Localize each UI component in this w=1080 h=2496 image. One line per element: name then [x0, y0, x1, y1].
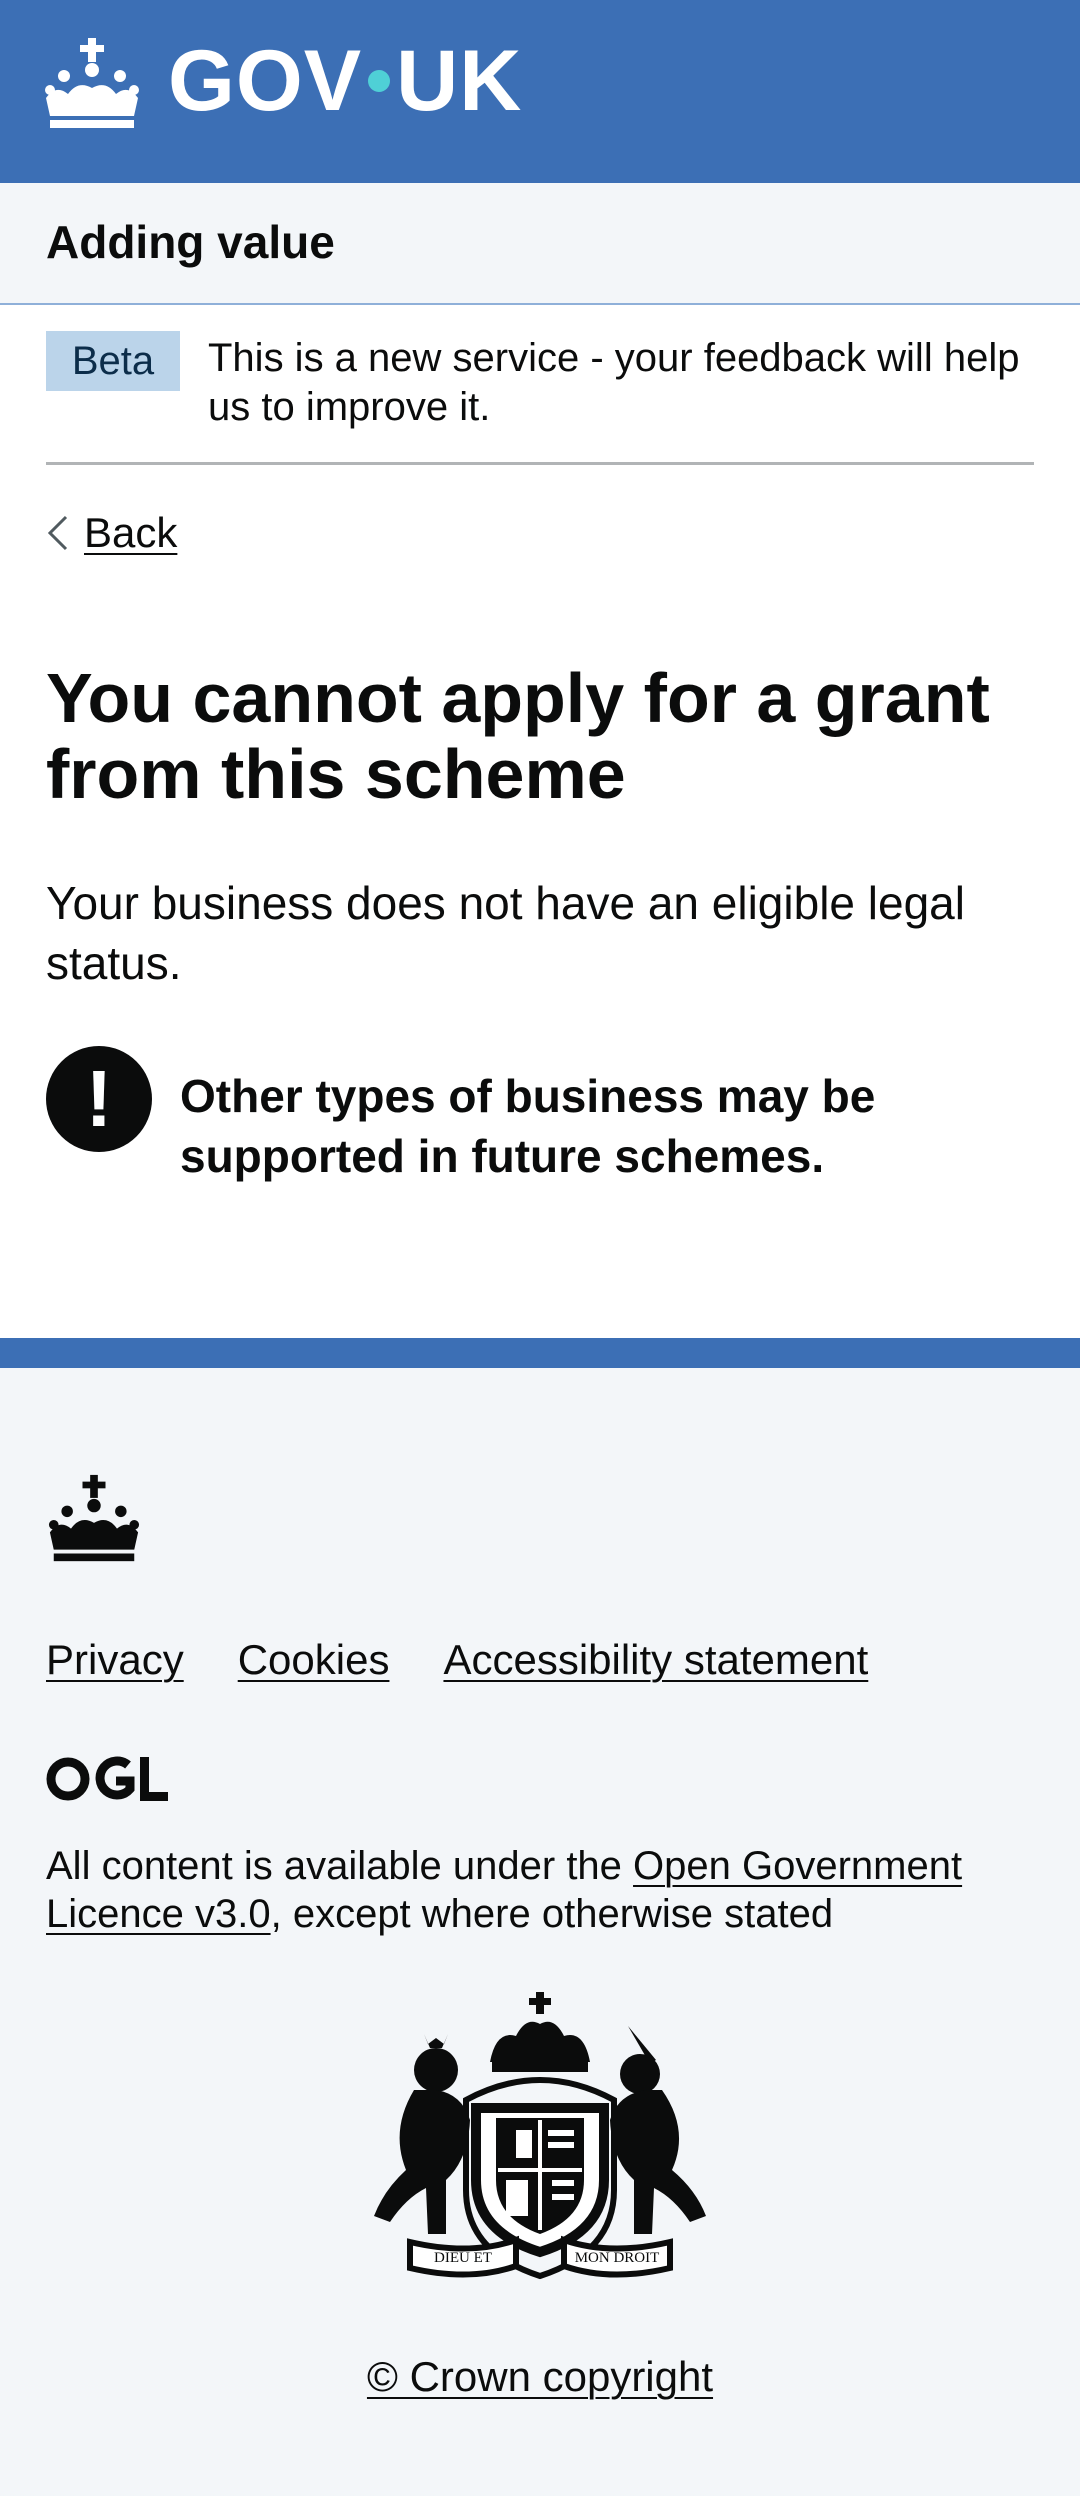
body-text: Your business does not have an eligible …: [46, 877, 965, 989]
royal-coat-of-arms-icon: DIEU ET MON DROIT: [374, 1992, 706, 2280]
footer-links: Privacy Cookies Accessibility statement: [46, 1636, 868, 1684]
logo-dot: [368, 70, 391, 93]
ogl-logo-icon: [46, 1756, 168, 1801]
motto-left: DIEU ET: [434, 2250, 492, 2266]
page-title: You cannot apply for a grant from this s…: [46, 659, 990, 813]
licence-prefix: All content is available under the: [46, 1844, 634, 1888]
crown-icon: [45, 38, 139, 128]
phase-banner: Beta This is a new service - your feedba…: [46, 331, 1034, 465]
back-link[interactable]: Back: [84, 509, 177, 557]
chevron-left-icon: [47, 515, 68, 551]
logo-right: UK: [396, 33, 523, 129]
warning-icon: !: [46, 1046, 152, 1152]
govuk-logo-text[interactable]: GOV UK: [168, 38, 522, 124]
beta-tag: Beta: [46, 331, 180, 391]
copyright-container: © Crown copyright: [0, 2353, 1080, 2401]
crown-copyright-link[interactable]: © Crown copyright: [367, 2353, 713, 2400]
footer-link-cookies[interactable]: Cookies: [238, 1636, 390, 1684]
footer-link-accessibility[interactable]: Accessibility statement: [443, 1636, 868, 1684]
service-name[interactable]: Adding value: [46, 215, 335, 269]
licence-suffix: , except where otherwise stated: [270, 1892, 834, 1936]
crown-icon: [48, 1474, 140, 1562]
back-link-container: Back: [46, 505, 177, 561]
footer-link-privacy[interactable]: Privacy: [46, 1636, 184, 1684]
licence-text: All content is available under the Open …: [46, 1842, 1036, 1938]
logo-left: GOV: [168, 33, 363, 129]
govuk-header: GOV UK: [0, 0, 1080, 183]
warning-message: Other types of business may be supported…: [180, 1070, 876, 1182]
motto-right: MON DROIT: [575, 2250, 660, 2266]
phase-banner-text: This is a new service - your feedback wi…: [208, 336, 1020, 429]
warning-text: ! Other types of business may be support…: [46, 1046, 1036, 1196]
footer: Privacy Cookies Accessibility statement …: [0, 1338, 1080, 2496]
service-navigation: Adding value: [0, 183, 1080, 305]
